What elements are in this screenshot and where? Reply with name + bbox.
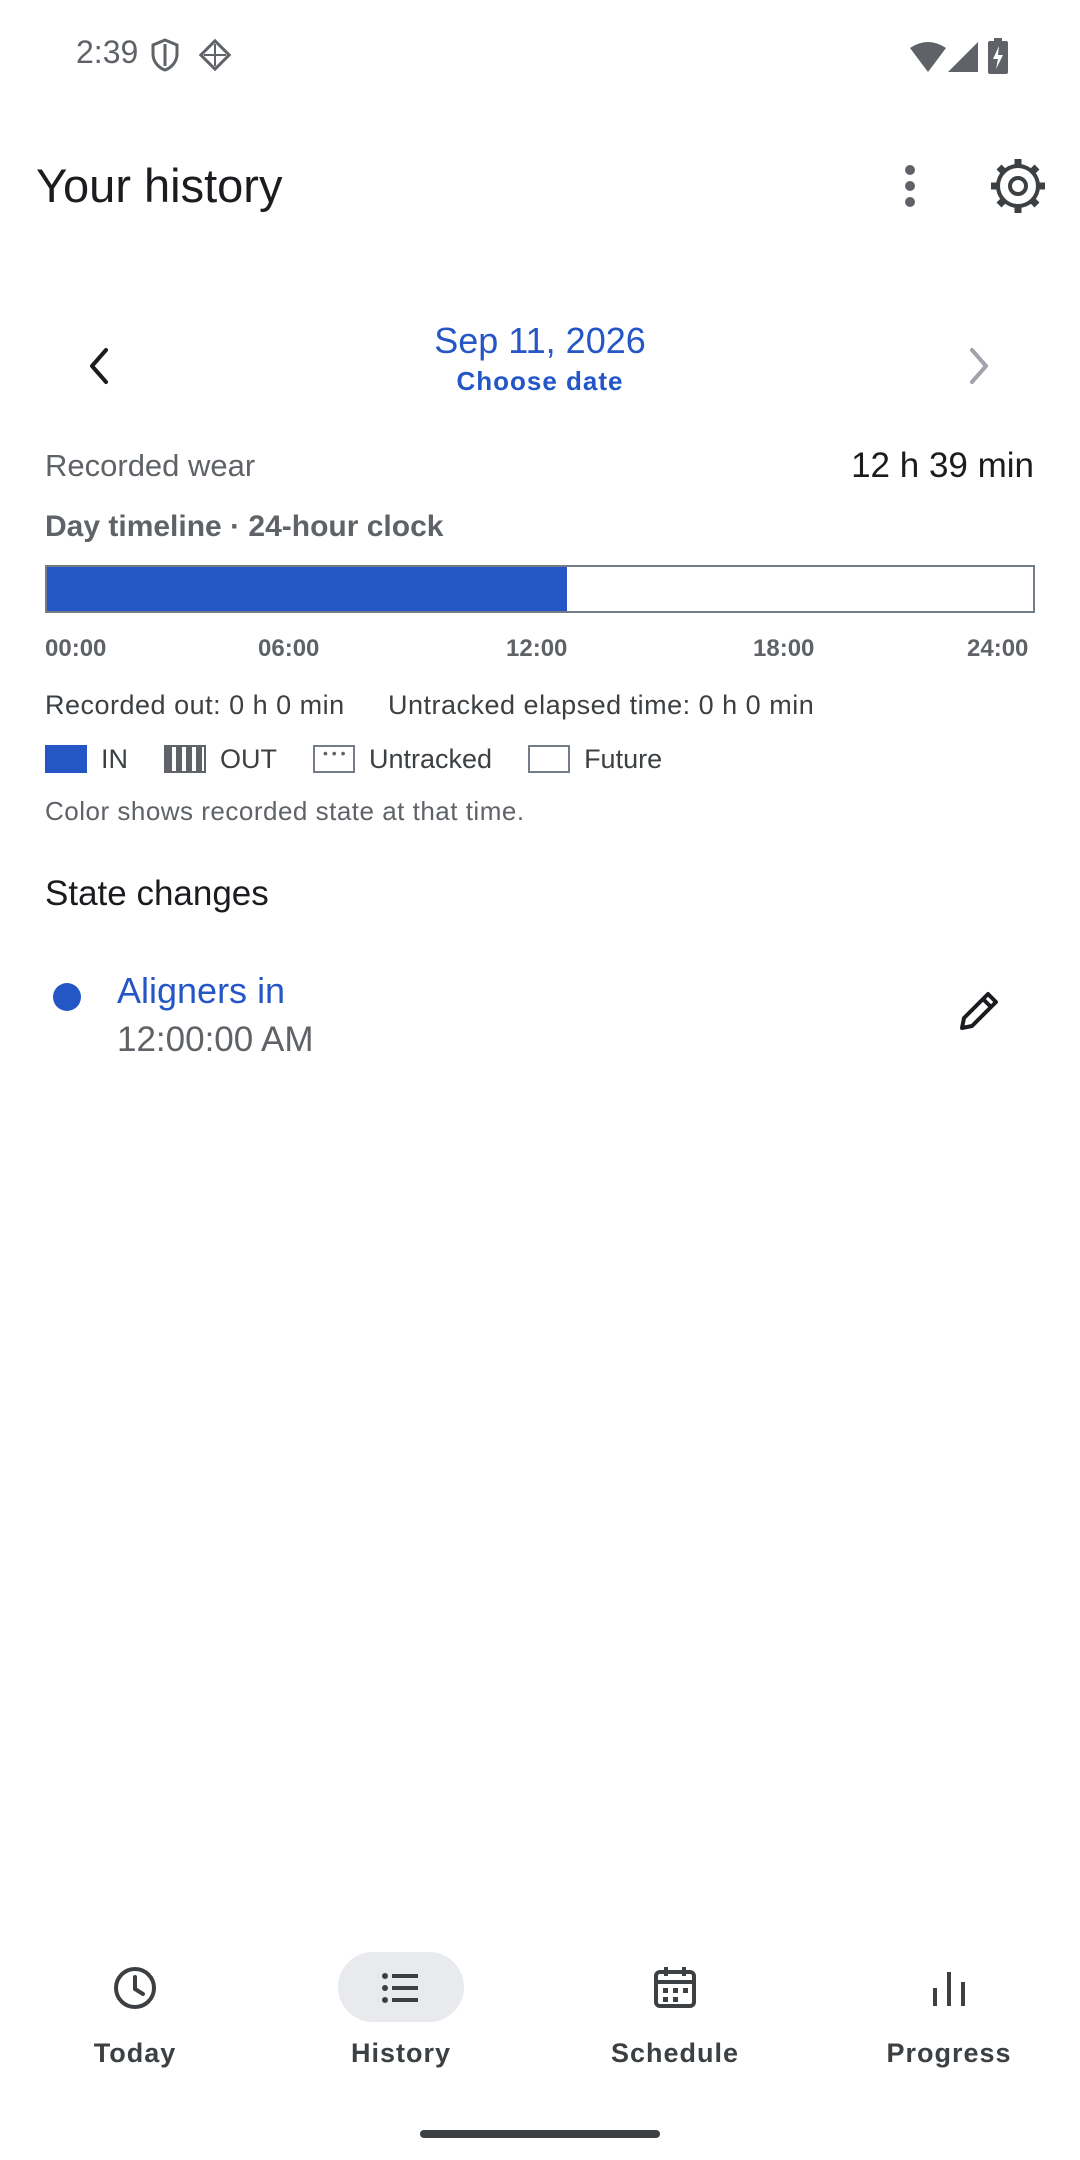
home-indicator[interactable] — [420, 2130, 660, 2138]
selected-date: Sep 11, 2026 — [434, 320, 646, 361]
legend-untracked-label: Untracked — [369, 743, 493, 774]
untracked-elapsed-text: Untracked elapsed time: 0 h 0 min — [388, 690, 815, 720]
legend-in-swatch — [45, 745, 87, 773]
state-in-dot — [53, 983, 81, 1011]
legend-untracked: Untracked — [313, 744, 492, 775]
legend-out-label: OUT — [220, 743, 277, 774]
timeline-legend: IN OUT Untracked Future — [45, 742, 698, 776]
nav-progress-label: Progress — [886, 2038, 1012, 2068]
legend-untracked-swatch — [313, 745, 355, 773]
calendar-icon — [654, 1967, 696, 2008]
state-change-label: Aligners in — [117, 970, 286, 1011]
more-options-button[interactable] — [880, 150, 940, 222]
day-timeline-bar — [45, 565, 1035, 613]
bar-chart-icon — [933, 1972, 965, 2006]
pencil-icon — [960, 992, 998, 1030]
gear-icon — [991, 159, 1045, 213]
clock-icon — [114, 1967, 156, 2009]
recorded-wear-value: 12 h 39 min — [851, 446, 1034, 485]
state-changes-title: State changes — [45, 874, 269, 913]
legend-future: Future — [528, 744, 662, 775]
state-change-time: 12:00:00 AM — [117, 1020, 314, 1059]
nav-progress[interactable]: Progress — [814, 1930, 1080, 2080]
next-day-button[interactable] — [944, 330, 1016, 402]
settings-button[interactable] — [982, 150, 1054, 222]
tick-label: 18:00 — [753, 635, 815, 662]
nav-history-label: History — [350, 2038, 452, 2068]
nav-today[interactable]: Today — [0, 1930, 270, 2080]
signal-icon — [948, 42, 978, 72]
tick-label: 00:00 — [45, 635, 107, 662]
timeline-title: Day timeline · 24-hour clock — [45, 510, 444, 543]
recorded-out-text: Recorded out: 0 h 0 min — [45, 690, 345, 720]
nav-today-label: Today — [93, 2038, 177, 2068]
tick-label: 24:00 — [967, 635, 1029, 662]
list-icon — [382, 1973, 418, 2003]
legend-in: IN — [45, 744, 128, 775]
diamond-grid-icon — [198, 38, 232, 72]
legend-out: OUT — [164, 744, 277, 775]
legend-future-label: Future — [584, 743, 663, 774]
status-time: 2:39 — [76, 34, 139, 70]
wifi-icon — [910, 42, 946, 72]
tick-label: 12:00 — [506, 635, 568, 662]
timeline-in-segment — [47, 567, 567, 611]
color-note: Color shows recorded state at that time. — [45, 796, 525, 826]
shield-icon — [151, 38, 179, 72]
nav-schedule-label: Schedule — [610, 2038, 740, 2068]
more-vert-icon — [905, 165, 915, 207]
legend-out-swatch — [164, 745, 206, 773]
state-change-row[interactable]: Aligners in 12:00:00 AM — [0, 950, 1080, 1080]
chevron-right-icon — [970, 348, 988, 384]
recorded-wear-label: Recorded wear — [45, 448, 256, 483]
tick-label: 06:00 — [258, 635, 320, 662]
choose-date-link[interactable]: Choose date — [0, 366, 1080, 397]
nav-history[interactable]: History — [266, 1930, 536, 2080]
battery-charging-icon — [988, 38, 1008, 74]
nav-schedule[interactable]: Schedule — [540, 1930, 810, 2080]
edit-state-button[interactable] — [950, 980, 1010, 1040]
page-title: Your history — [36, 159, 283, 212]
legend-future-swatch — [528, 745, 571, 773]
bottom-navigation: Today History Schedule Progress — [0, 1930, 1080, 2080]
legend-in-label: IN — [101, 743, 128, 774]
